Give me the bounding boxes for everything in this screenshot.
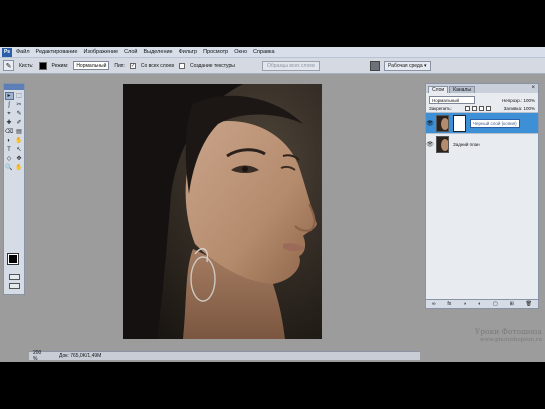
type-tool-icon[interactable]: T — [5, 146, 14, 154]
tools-panel: ▸ ⬚ ʃ ✂ ⌖ ✎ ✚ ✐ ⌫ ▤ ◐ ✋ T ↖ ◇ ✥ 🔍 ✋ — [3, 83, 25, 295]
sample-all-checkbox[interactable]: ✓ — [129, 62, 136, 69]
workspace-button[interactable]: Рабочая среда ▾ — [384, 61, 431, 71]
blend-row: Нормальный Непрозр.: 100% — [426, 93, 538, 105]
layer-thumbnail — [436, 135, 449, 153]
menu-window[interactable]: Окно — [234, 49, 247, 55]
fill-field[interactable]: Заливка: 100% — [504, 106, 535, 111]
layer-style-icon[interactable]: fx — [447, 301, 451, 307]
lock-icons — [464, 106, 491, 111]
lasso-tool-icon[interactable]: ʃ — [5, 101, 14, 109]
document-size: Док: 765,0K/1,49M — [59, 353, 102, 359]
menu-bar: Ps Файл Редактирование Изображение Слой … — [0, 47, 545, 58]
notes-tool-icon[interactable]: ✥ — [15, 155, 24, 163]
pen-tool-icon[interactable]: ✋ — [15, 137, 24, 145]
mode-label: Режим: — [51, 62, 69, 69]
menu-edit[interactable]: Редактирование — [36, 49, 78, 55]
status-bar: 200 % Док: 765,0K/1,49M — [29, 350, 420, 362]
watermark: Уроки Фотошопа www.photoshopsun.ru — [432, 327, 542, 345]
menu-select[interactable]: Выделение — [143, 49, 172, 55]
quick-mask-button[interactable] — [9, 274, 20, 280]
foreground-color-swatch[interactable] — [7, 253, 19, 265]
layer-row[interactable]: 👁 Черный слой (копия) — [426, 112, 538, 133]
gradient-tool-icon[interactable]: ▤ — [15, 128, 24, 136]
video-letterbox-bottom — [0, 362, 545, 409]
menu-file[interactable]: Файл — [16, 49, 30, 55]
watermark-title: Уроки Фотошопа — [474, 327, 542, 336]
layer-row[interactable]: 👁 Задний план — [426, 133, 538, 154]
photoshop-logo-icon: Ps — [2, 47, 12, 57]
slice-tool-icon[interactable]: ⌖ — [5, 110, 14, 118]
hand-tool-icon[interactable]: ✋ — [15, 164, 24, 172]
path-select-tool-icon[interactable]: ↖ — [15, 146, 24, 154]
video-letterbox-top — [0, 0, 545, 47]
menu-view[interactable]: Просмотр — [203, 49, 228, 55]
link-layers-icon[interactable]: ∞ — [432, 301, 436, 307]
close-icon[interactable]: × — [531, 85, 535, 91]
lock-transparency-icon[interactable] — [464, 106, 470, 111]
document-photo[interactable] — [123, 84, 322, 339]
layer-mask-thumbnail[interactable] — [453, 114, 466, 132]
watermark-site: www.photoshopsun.ru — [479, 337, 542, 343]
opacity-field[interactable]: Непрозр.: 100% — [502, 98, 535, 103]
new-layer-icon[interactable]: ⊞ — [510, 301, 514, 307]
menu-filter[interactable]: Фильтр — [179, 49, 197, 55]
mode-select[interactable]: Нормальный — [73, 61, 110, 70]
history-brush-tool-icon[interactable]: ✐ — [15, 119, 24, 127]
lock-all-icon[interactable] — [485, 106, 491, 111]
move-tool-icon[interactable]: ▸ — [4, 92, 14, 100]
tab-channels[interactable]: Каналы — [449, 86, 475, 93]
menu-layer[interactable]: Слой — [124, 49, 137, 55]
layer-name[interactable]: Черный слой (копия) — [470, 118, 520, 128]
layers-panel-tabs: Слои Каналы × — [426, 84, 538, 93]
menu-help[interactable]: Справка — [253, 49, 275, 55]
layers-panel: Слои Каналы × Нормальный Непрозр.: 100% … — [425, 83, 539, 309]
crop-tool-icon[interactable]: ✂ — [15, 101, 24, 109]
dodge-tool-icon[interactable]: ◐ — [5, 137, 14, 145]
healing-tool-icon[interactable]: ✎ — [15, 110, 24, 118]
brush-preset-picker[interactable] — [38, 61, 47, 70]
lock-row: Закрепить: Заливка: 100% — [426, 105, 538, 112]
zoom-tool-icon[interactable]: 🔍 — [5, 164, 14, 172]
create-texture-checkbox[interactable] — [179, 62, 185, 69]
layers-footer: ∞ fx ◑ ◐ ▢ ⊞ 🗑 — [426, 299, 538, 308]
layer-name[interactable]: Задний план — [453, 142, 480, 147]
marquee-tool-icon[interactable]: ⬚ — [15, 92, 24, 100]
sample-layers-button[interactable]: Образцы всех слоев — [262, 61, 320, 71]
adjustment-layer-icon[interactable]: ◐ — [478, 301, 481, 307]
blend-mode-select[interactable]: Нормальный — [429, 96, 475, 104]
lock-label: Закрепить: — [429, 106, 452, 111]
layer-thumbnail — [436, 114, 449, 132]
document-canvas-area — [29, 74, 420, 354]
zoom-level[interactable]: 200 % — [33, 350, 47, 362]
shape-tool-icon[interactable]: ◇ — [5, 155, 14, 163]
create-texture-label: Создание текстуры — [190, 62, 235, 69]
tools-grid: ▸ ⬚ ʃ ✂ ⌖ ✎ ✚ ✐ ⌫ ▤ ◐ ✋ T ↖ ◇ ✥ 🔍 ✋ — [4, 90, 24, 174]
brush-label: Кисть: — [19, 62, 34, 69]
menu-image[interactable]: Изображение — [83, 49, 118, 55]
add-mask-icon[interactable]: ◑ — [463, 301, 466, 307]
sample-all-label: Со всех слоев — [140, 62, 174, 69]
portrait-image — [123, 84, 322, 339]
trash-icon[interactable]: 🗑 — [526, 301, 532, 307]
eye-icon[interactable]: 👁 — [426, 141, 434, 148]
eye-icon[interactable]: 👁 — [426, 120, 434, 127]
screen-mode-button[interactable] — [9, 283, 20, 289]
new-group-icon[interactable]: ▢ — [493, 301, 498, 307]
stamp-tool-icon[interactable]: ✚ — [5, 119, 14, 127]
lock-position-icon[interactable] — [478, 106, 484, 111]
photoshop-window: Ps Файл Редактирование Изображение Слой … — [0, 47, 545, 362]
healing-brush-tool-icon[interactable]: ✎ — [3, 60, 14, 71]
brushes-palette-icon[interactable] — [370, 61, 380, 71]
sample-label: Пип: — [114, 62, 125, 69]
eraser-tool-icon[interactable]: ⌫ — [5, 128, 14, 136]
tab-layers[interactable]: Слои — [428, 86, 449, 93]
lock-pixels-icon[interactable] — [471, 106, 477, 111]
